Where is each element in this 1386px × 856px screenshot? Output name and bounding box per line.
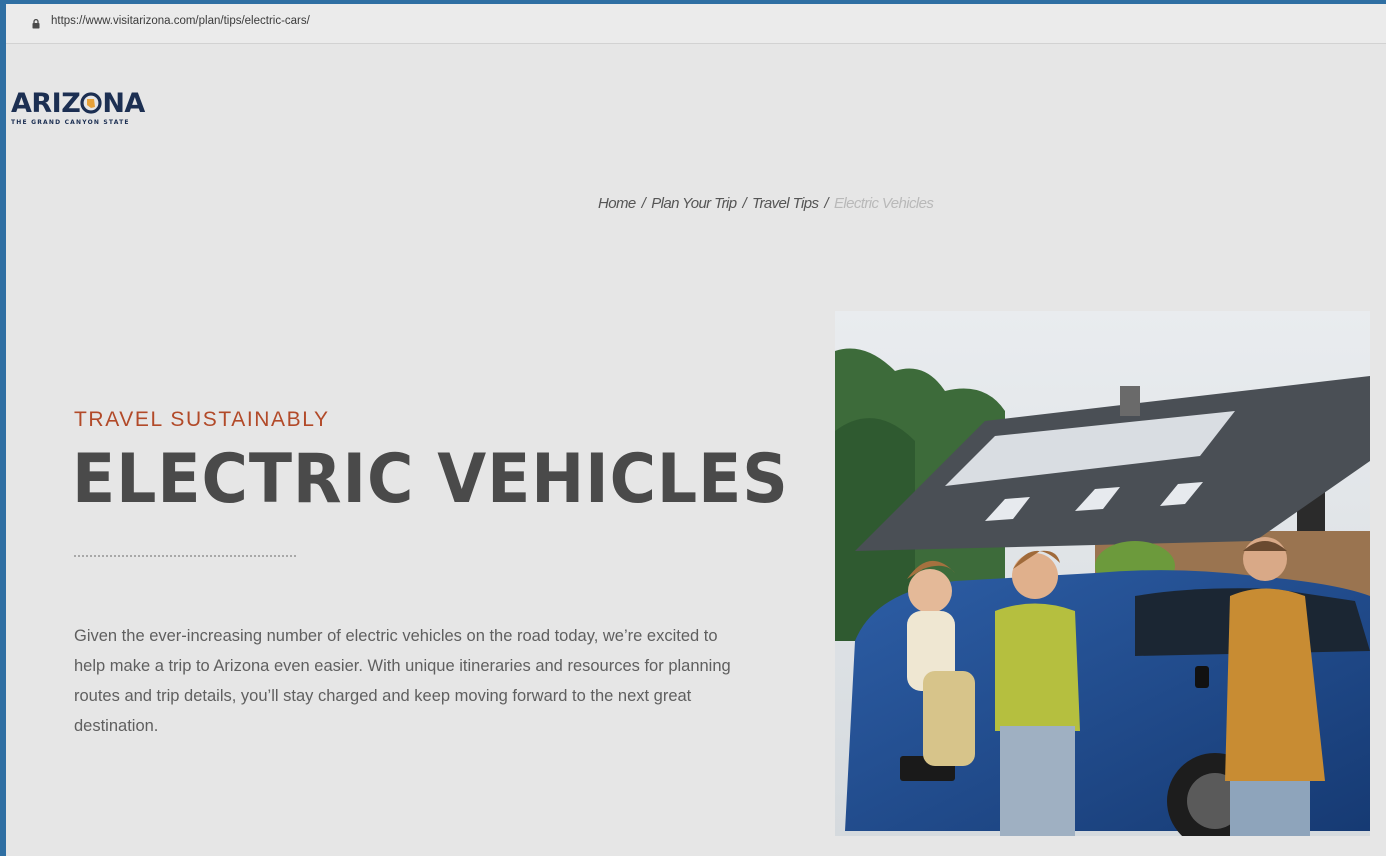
dotted-divider (74, 555, 296, 557)
breadcrumb-home[interactable]: Home (598, 195, 636, 212)
breadcrumb-separator: / (641, 195, 646, 212)
browser-window: https://www.visitarizona.com/plan/tips/e… (6, 4, 1386, 856)
lock-icon (32, 16, 40, 29)
hero-photo-family-electric-car (835, 311, 1370, 836)
arizona-state-icon (80, 90, 102, 118)
breadcrumb-plan-your-trip[interactable]: Plan Your Trip (651, 195, 737, 212)
breadcrumb-separator: / (742, 195, 747, 212)
address-bar[interactable]: https://www.visitarizona.com/plan/tips/e… (6, 4, 1386, 44)
breadcrumb-travel-tips[interactable]: Travel Tips (752, 195, 819, 212)
arizona-logo[interactable]: ARIZ NA THE GRAND CANYON STATE (11, 90, 145, 127)
url-text[interactable]: https://www.visitarizona.com/plan/tips/e… (51, 15, 310, 27)
logo-word-end: NA (102, 88, 145, 119)
hero-description: Given the ever-increasing number of elec… (74, 627, 731, 735)
hero-eyebrow: TRAVEL SUSTAINABLY (74, 408, 330, 431)
breadcrumb: Home / Plan Your Trip / Travel Tips / Electric… (598, 195, 934, 212)
breadcrumb-separator: / (824, 195, 828, 212)
page-title: ELECTRIC VEHICLES (72, 440, 789, 519)
logo-tagline: THE GRAND CANYON STATE (11, 119, 130, 126)
logo-wordmark: ARIZ NA (11, 90, 145, 118)
breadcrumb-current: Electric Vehicles (833, 195, 934, 212)
logo-word-start: ARIZ (11, 88, 81, 119)
